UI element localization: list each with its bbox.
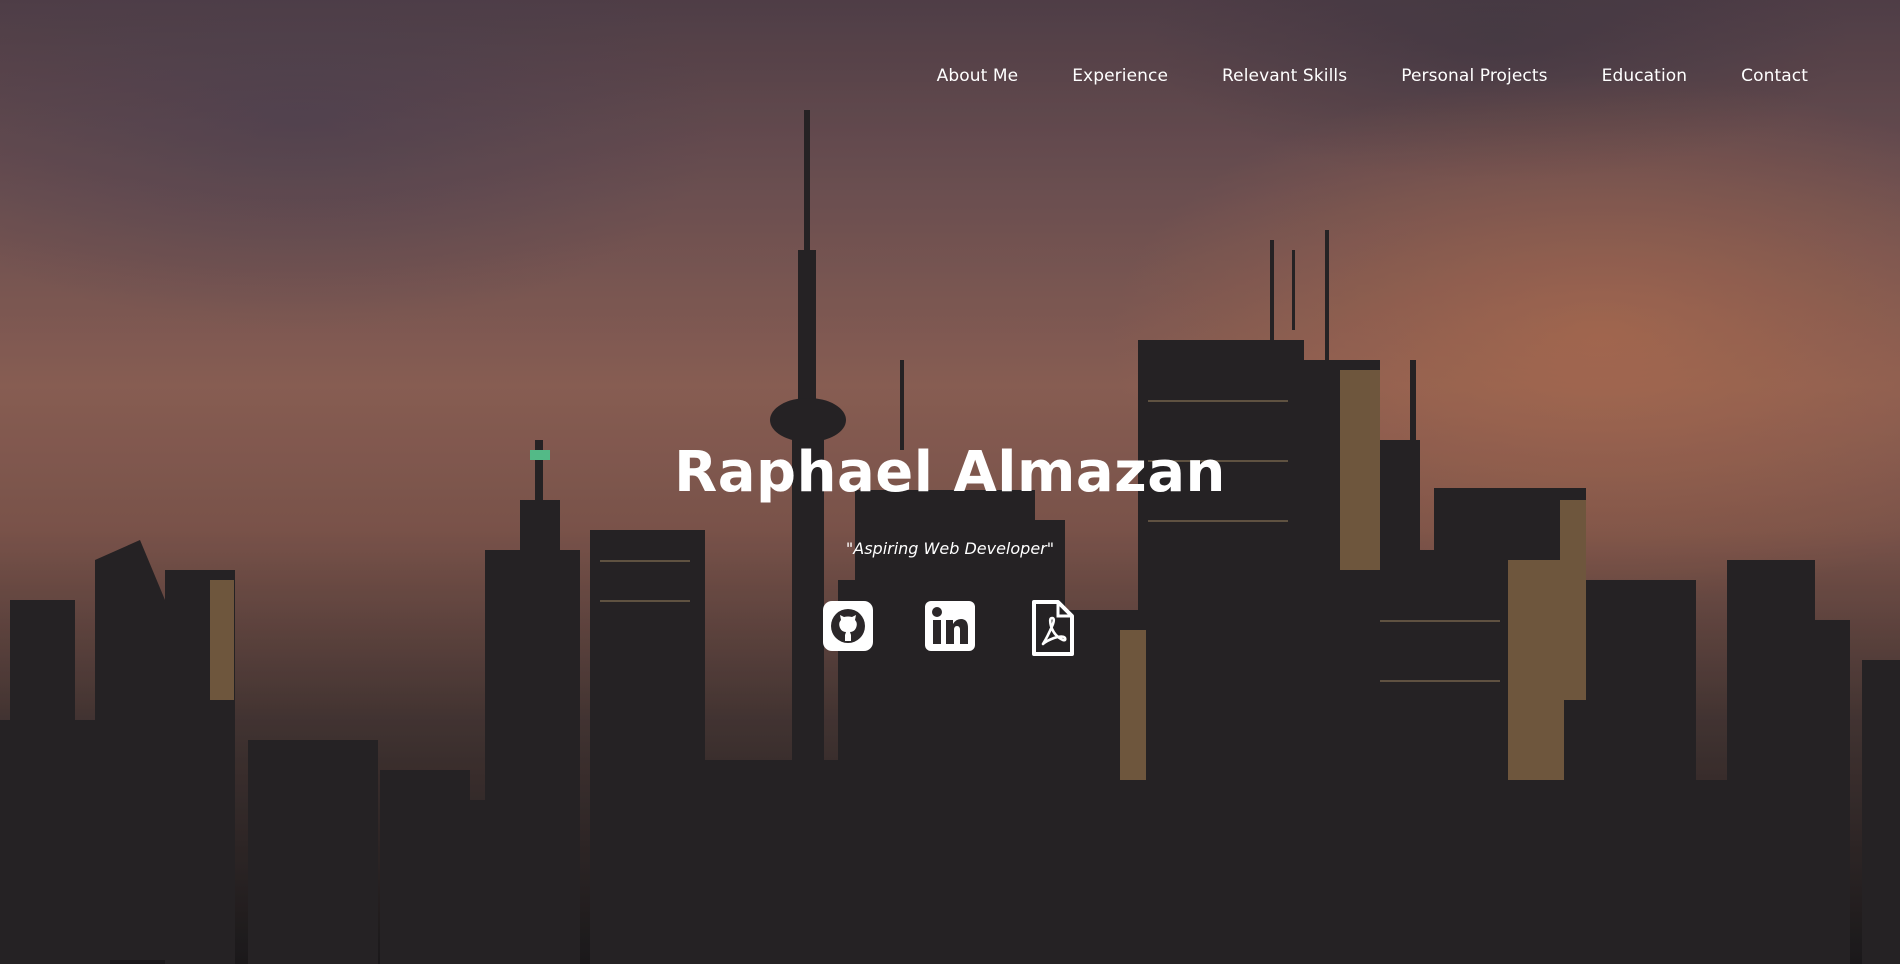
nav-link-education[interactable]: Education [1602, 66, 1688, 86]
nav-link-personal-projects[interactable]: Personal Projects [1401, 66, 1547, 86]
pdf-file-icon[interactable] [1027, 600, 1077, 656]
nav-link-experience[interactable]: Experience [1072, 66, 1168, 86]
github-icon[interactable] [823, 600, 873, 656]
hero-name: Raphael Almazan [674, 440, 1226, 505]
nav-link-about-me[interactable]: About Me [937, 66, 1019, 86]
nav-link-relevant-skills[interactable]: Relevant Skills [1222, 66, 1347, 86]
nav-link-contact[interactable]: Contact [1741, 66, 1808, 86]
hero-section: About Me Experience Relevant Skills Pers… [0, 0, 1900, 964]
linkedin-icon[interactable] [925, 600, 975, 656]
hero-tagline: "Aspiring Web Developer" [845, 539, 1055, 558]
top-navigation: About Me Experience Relevant Skills Pers… [883, 66, 1808, 86]
hero-content: Raphael Almazan "Aspiring Web Developer" [0, 440, 1900, 656]
social-links [0, 600, 1900, 656]
